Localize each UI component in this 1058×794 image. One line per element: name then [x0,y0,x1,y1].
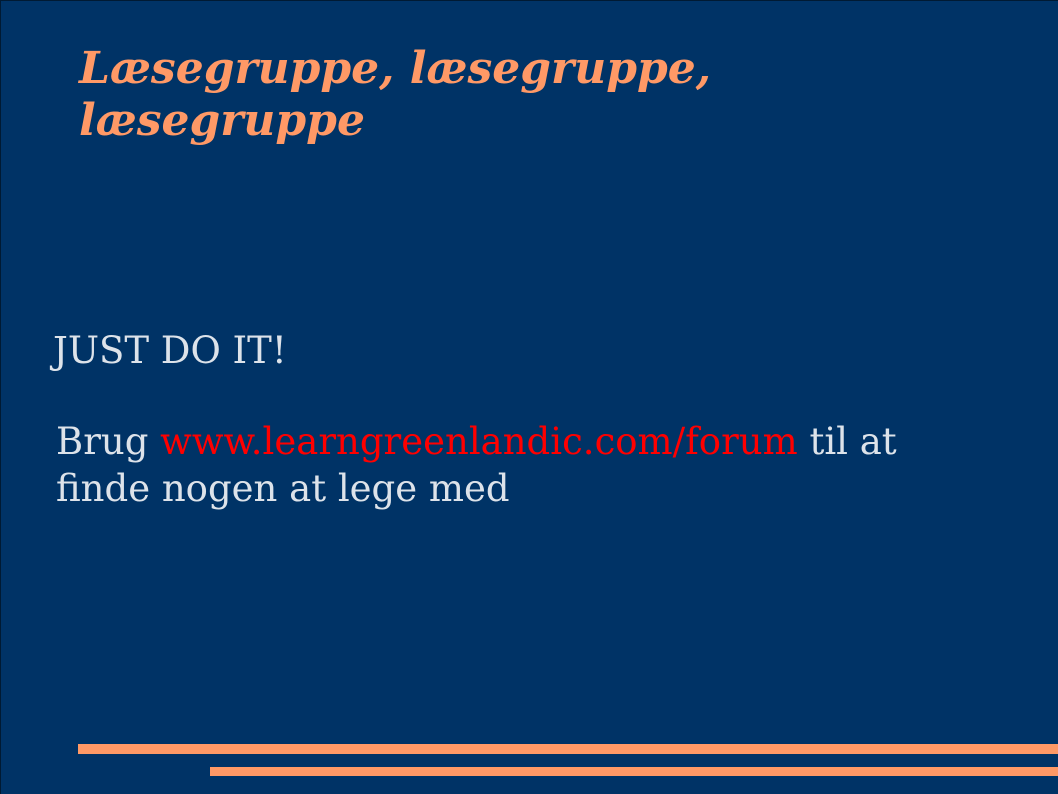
body-line-brug: Brug www.learngreenlandic.com/forum til … [56,419,897,465]
body-post-link-text: til at [797,420,897,463]
accent-rule-upper [78,744,1058,754]
body-shout: JUST DO IT! [53,329,287,372]
forum-link[interactable]: www.learngreenlandic.com/forum [160,420,798,463]
slide-title-line-2: læsegruppe [79,95,365,146]
slide-title: Læsegruppe, læsegruppe, læsegruppe [79,43,979,147]
slide-title-line-1: Læsegruppe, læsegruppe, [79,43,712,94]
slide: Læsegruppe, læsegruppe, læsegruppe JUST … [0,0,1058,794]
accent-rule-lower [210,767,1058,776]
body-line-finde: finde nogen at lege med [56,467,510,510]
body-pre-link-text: Brug [56,420,161,463]
